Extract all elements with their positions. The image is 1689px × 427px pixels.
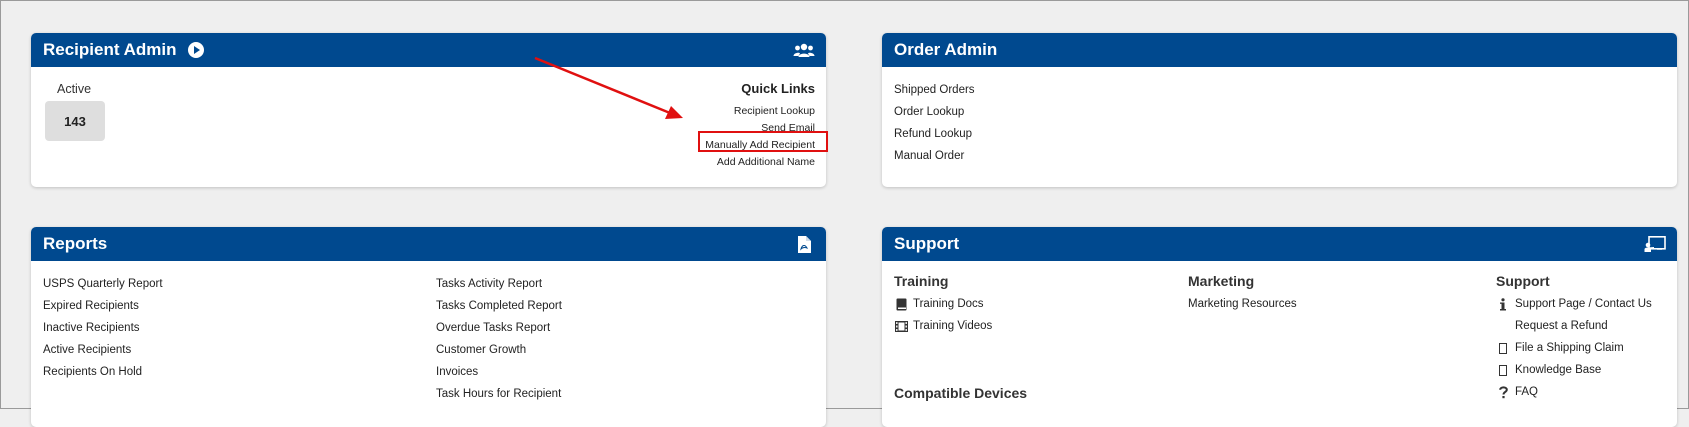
- annotation-highlight-box: [698, 131, 828, 152]
- annotation-arrow: [534, 56, 683, 119]
